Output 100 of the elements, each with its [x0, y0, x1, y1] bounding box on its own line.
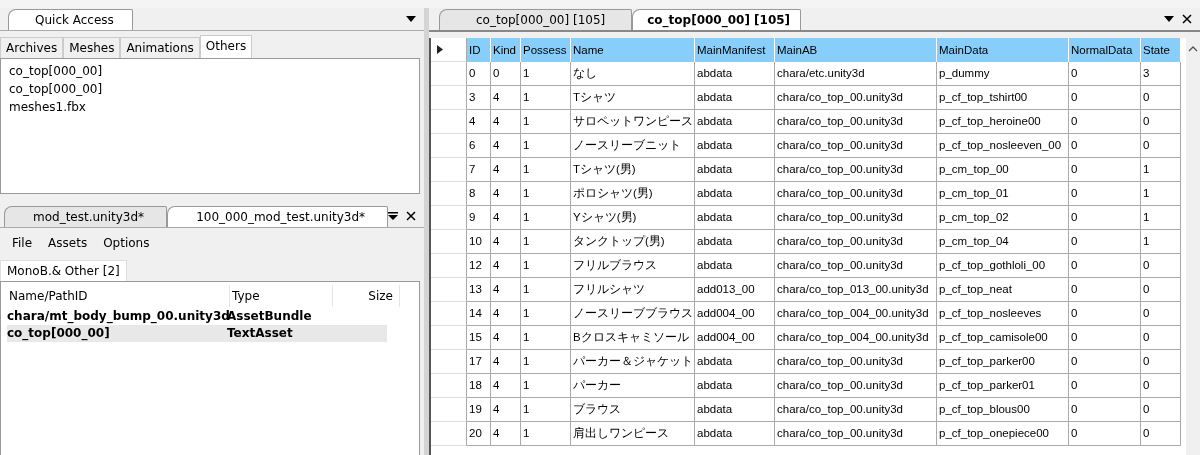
table-cell: p_cf_top_camisole00 [937, 326, 1069, 350]
table-cell: ノースリーブニット [571, 134, 695, 158]
table-cell: chara/co_top_00.unity3d [775, 158, 937, 182]
table-cell: abdata [695, 398, 775, 422]
document-tab[interactable]: 100_000_mod_test.unity3d* [167, 206, 389, 227]
row-header[interactable] [431, 38, 467, 62]
table-cell: Bクロスキャミソール [571, 326, 695, 350]
table-cell: 6 [467, 134, 491, 158]
document-tab[interactable]: mod_test.unity3d* [4, 206, 168, 227]
table-cell: 1 [521, 206, 571, 230]
close-icon[interactable] [1182, 14, 1192, 24]
table-cell: フリルブラウス [571, 254, 695, 278]
table-cell: 4 [491, 134, 521, 158]
table-cell: add004_00 [695, 302, 775, 326]
table-cell: 4 [491, 374, 521, 398]
document-tab[interactable]: co_top[000_00] [105] [439, 9, 633, 30]
table-cell: abdata [695, 422, 775, 446]
table-cell: 0 [1069, 206, 1141, 230]
file-list-item[interactable]: co_top[000_00] [9, 80, 411, 98]
table-cell: p_dummy [937, 62, 1069, 86]
category-tab[interactable]: Meshes [63, 37, 121, 58]
table-cell: abdata [695, 206, 775, 230]
column-header[interactable]: MainData [937, 38, 1069, 62]
column-header[interactable]: MainManifest [695, 38, 775, 62]
table-cell: 4 [491, 254, 521, 278]
category-tab[interactable]: Archives [0, 37, 64, 58]
table-cell: abdata [695, 110, 775, 134]
table-cell: add004_00 [695, 326, 775, 350]
table-cell: chara/co_top_00.unity3d [775, 230, 937, 254]
table-cell: p_cf_top_nosleeves [937, 302, 1069, 326]
table-cell: 0 [1069, 62, 1141, 86]
column-header[interactable]: Type [230, 285, 333, 307]
column-header[interactable]: Name/PathID [7, 285, 230, 307]
table-cell: 4 [491, 110, 521, 134]
current-row-icon [437, 45, 443, 54]
table-cell: abdata [695, 134, 775, 158]
table-cell: p_cf_top_neat [937, 278, 1069, 302]
table-cell: 1 [521, 230, 571, 254]
table-cell: chara/co_top_00.unity3d [775, 182, 937, 206]
column-header[interactable]: State [1141, 38, 1181, 62]
table-cell: 19 [467, 398, 491, 422]
table-cell: 1 [1141, 182, 1181, 206]
table-cell: p_cf_top_heroine00 [937, 110, 1069, 134]
table-cell: chara/co_top_00.unity3d [775, 422, 937, 446]
table-cell: 0 [491, 62, 521, 86]
table-cell: 1 [521, 302, 571, 326]
dropdown-icon[interactable] [406, 16, 416, 22]
column-header[interactable]: MainAB [775, 38, 937, 62]
table-cell: 0 [1069, 422, 1141, 446]
table-cell: 4 [491, 230, 521, 254]
table-cell: 20 [467, 422, 491, 446]
quick-access-tab[interactable]: Quick Access [8, 9, 133, 30]
table-cell: 15 [467, 326, 491, 350]
file-list-item[interactable]: meshes1.fbx [9, 98, 411, 116]
column-header[interactable]: NormalData [1069, 38, 1141, 62]
asset-type-tab[interactable]: MonoB.& Other [2] [0, 260, 127, 281]
document-tab[interactable]: co_top[000_00] [105] [632, 9, 802, 30]
table-cell: p_cf_top_parker01 [937, 374, 1069, 398]
table-cell: chara/co_top_00.unity3d [775, 134, 937, 158]
table-cell: 1 [521, 62, 571, 86]
asset-row[interactable]: co_top[000_00] TextAsset [7, 325, 387, 342]
column-header[interactable]: Name [571, 38, 695, 62]
menu-item[interactable]: Options [103, 236, 150, 250]
table-cell: 0 [467, 62, 491, 86]
table-cell: 0 [1069, 86, 1141, 110]
dropdown-icon[interactable] [1164, 16, 1174, 22]
category-tab[interactable]: Animations [120, 37, 200, 58]
table-cell: abdata [695, 158, 775, 182]
category-tab[interactable]: Others [199, 35, 253, 58]
menu-item[interactable]: Assets [48, 236, 88, 250]
table-cell: ブラウス [571, 398, 695, 422]
column-header[interactable]: Kind [491, 38, 521, 62]
table-cell: 4 [491, 278, 521, 302]
table-cell: 0 [1141, 134, 1181, 158]
asset-row[interactable]: chara/mt_body_bump_00.unity3dAssetBundle [7, 308, 387, 325]
column-header[interactable]: Possess [521, 38, 571, 62]
close-icon[interactable] [406, 210, 417, 221]
table-cell: 4 [491, 350, 521, 374]
dropdown-icon[interactable] [388, 211, 399, 220]
table-cell: chara/co_top_00.unity3d [775, 110, 937, 134]
column-header[interactable]: ID [467, 38, 491, 62]
table-cell: なし [571, 62, 695, 86]
table-cell: 1 [1141, 230, 1181, 254]
scroll-up-icon[interactable] [1188, 46, 1198, 52]
table-cell: 1 [521, 350, 571, 374]
table-cell: 3 [467, 86, 491, 110]
table-cell: 0 [1069, 374, 1141, 398]
table-cell: 4 [491, 86, 521, 110]
table-cell: chara/co_top_004_00.unity3d [775, 326, 937, 350]
file-list-item[interactable]: co_top[000_00] [9, 62, 411, 80]
table-cell: abdata [695, 182, 775, 206]
table-cell: 1 [521, 182, 571, 206]
table-cell: add013_00 [695, 278, 775, 302]
column-header[interactable]: Size [333, 285, 400, 307]
table-cell: 0 [1141, 86, 1181, 110]
menu-item[interactable]: File [12, 236, 33, 250]
table-cell: p_cm_top_02 [937, 206, 1069, 230]
table-cell: chara/co_top_004_00.unity3d [775, 302, 937, 326]
table-cell: 4 [491, 422, 521, 446]
table-cell: 17 [467, 350, 491, 374]
